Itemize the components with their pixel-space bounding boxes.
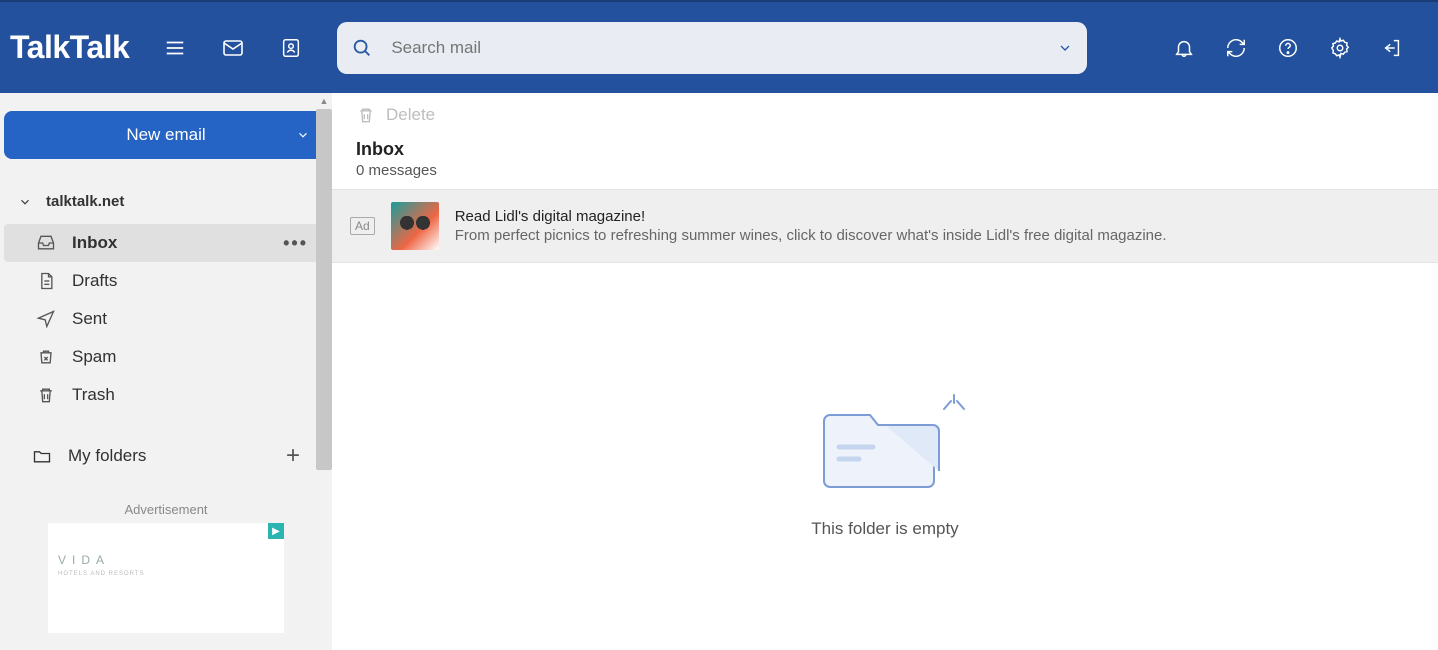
delete-button[interactable]: Delete xyxy=(356,105,435,125)
folder-trash[interactable]: Trash xyxy=(4,376,328,414)
hamburger-menu-icon[interactable] xyxy=(149,22,201,74)
compose-dropdown-icon[interactable] xyxy=(296,128,310,142)
bell-icon[interactable] xyxy=(1158,22,1210,74)
sidebar-ad-tagline: HOTELS AND RESORTS xyxy=(58,571,145,577)
list-title: Inbox xyxy=(356,139,1414,160)
sidebar-ad-label: Advertisement xyxy=(0,502,332,517)
search-dropdown-icon[interactable] xyxy=(1057,40,1073,56)
spam-icon xyxy=(36,347,56,367)
shell: New email talktalk.net Inbox ••• xyxy=(0,93,1438,650)
trash-icon xyxy=(356,105,376,125)
list-header: Inbox 0 messages xyxy=(332,125,1438,189)
sidebar-scrollbar[interactable]: ▲ xyxy=(316,93,332,650)
folder-label: Sent xyxy=(72,309,107,329)
folder-list: Inbox ••• Drafts Sent Spam xyxy=(0,224,332,414)
empty-folder-icon xyxy=(815,395,955,495)
scroll-up-icon[interactable]: ▲ xyxy=(316,93,332,109)
folder-label: Spam xyxy=(72,347,116,367)
ad-text: Read Lidl's digital magazine! From perfe… xyxy=(455,208,1167,244)
search-input[interactable] xyxy=(373,38,1057,58)
drafts-icon xyxy=(36,271,56,291)
empty-message: This folder is empty xyxy=(811,519,958,539)
account-label: talktalk.net xyxy=(46,193,124,210)
compose-button[interactable]: New email xyxy=(4,111,328,159)
contacts-icon[interactable] xyxy=(265,22,317,74)
search-container xyxy=(337,22,1087,74)
chevron-down-icon xyxy=(18,195,32,209)
mail-icon[interactable] xyxy=(207,22,259,74)
folder-label: Trash xyxy=(72,385,115,405)
search-icon xyxy=(351,37,373,59)
search-bar[interactable] xyxy=(337,22,1087,74)
settings-gear-icon[interactable] xyxy=(1314,22,1366,74)
sidebar-ad[interactable]: ▶ VIDA HOTELS AND RESORTS xyxy=(48,523,284,633)
logout-icon[interactable] xyxy=(1366,22,1418,74)
ad-description: From perfect picnics to refreshing summe… xyxy=(455,227,1167,244)
folder-inbox[interactable]: Inbox ••• xyxy=(4,224,328,262)
adchoices-icon[interactable]: ▶ xyxy=(268,523,284,539)
account-row[interactable]: talktalk.net xyxy=(0,183,332,220)
folder-label: Inbox xyxy=(72,233,117,253)
folder-icon xyxy=(32,446,52,466)
ad-title: Read Lidl's digital magazine! xyxy=(455,208,1167,225)
ad-badge: Ad xyxy=(350,217,375,235)
my-folders-label: My folders xyxy=(68,446,146,466)
empty-state: This folder is empty xyxy=(332,263,1438,650)
add-folder-icon[interactable]: + xyxy=(286,442,300,470)
brand-logo: TalkTalk xyxy=(6,29,143,66)
inbox-icon xyxy=(36,233,56,253)
my-folders-row[interactable]: My folders + xyxy=(0,436,332,476)
content-pane: Delete Inbox 0 messages Ad Read Lidl's d… xyxy=(332,93,1438,650)
scroll-thumb[interactable] xyxy=(316,109,332,470)
compose-label: New email xyxy=(126,125,205,145)
list-count: 0 messages xyxy=(356,162,1414,179)
folder-spam[interactable]: Spam xyxy=(4,338,328,376)
inline-ad[interactable]: Ad Read Lidl's digital magazine! From pe… xyxy=(332,189,1438,263)
ad-thumbnail xyxy=(391,202,439,250)
toolbar: Delete xyxy=(332,93,1438,125)
refresh-icon[interactable] xyxy=(1210,22,1262,74)
folder-more-icon[interactable]: ••• xyxy=(283,233,308,254)
folder-sent[interactable]: Sent xyxy=(4,300,328,338)
delete-label: Delete xyxy=(386,105,435,125)
folder-drafts[interactable]: Drafts xyxy=(4,262,328,300)
topbar-actions xyxy=(1158,22,1438,74)
trash-icon xyxy=(36,385,56,405)
topbar: TalkTalk xyxy=(0,0,1438,93)
sidebar: New email talktalk.net Inbox ••• xyxy=(0,93,332,650)
help-icon[interactable] xyxy=(1262,22,1314,74)
folder-label: Drafts xyxy=(72,271,117,291)
sent-icon xyxy=(36,309,56,329)
sidebar-ad-brand: VIDA xyxy=(58,553,110,567)
